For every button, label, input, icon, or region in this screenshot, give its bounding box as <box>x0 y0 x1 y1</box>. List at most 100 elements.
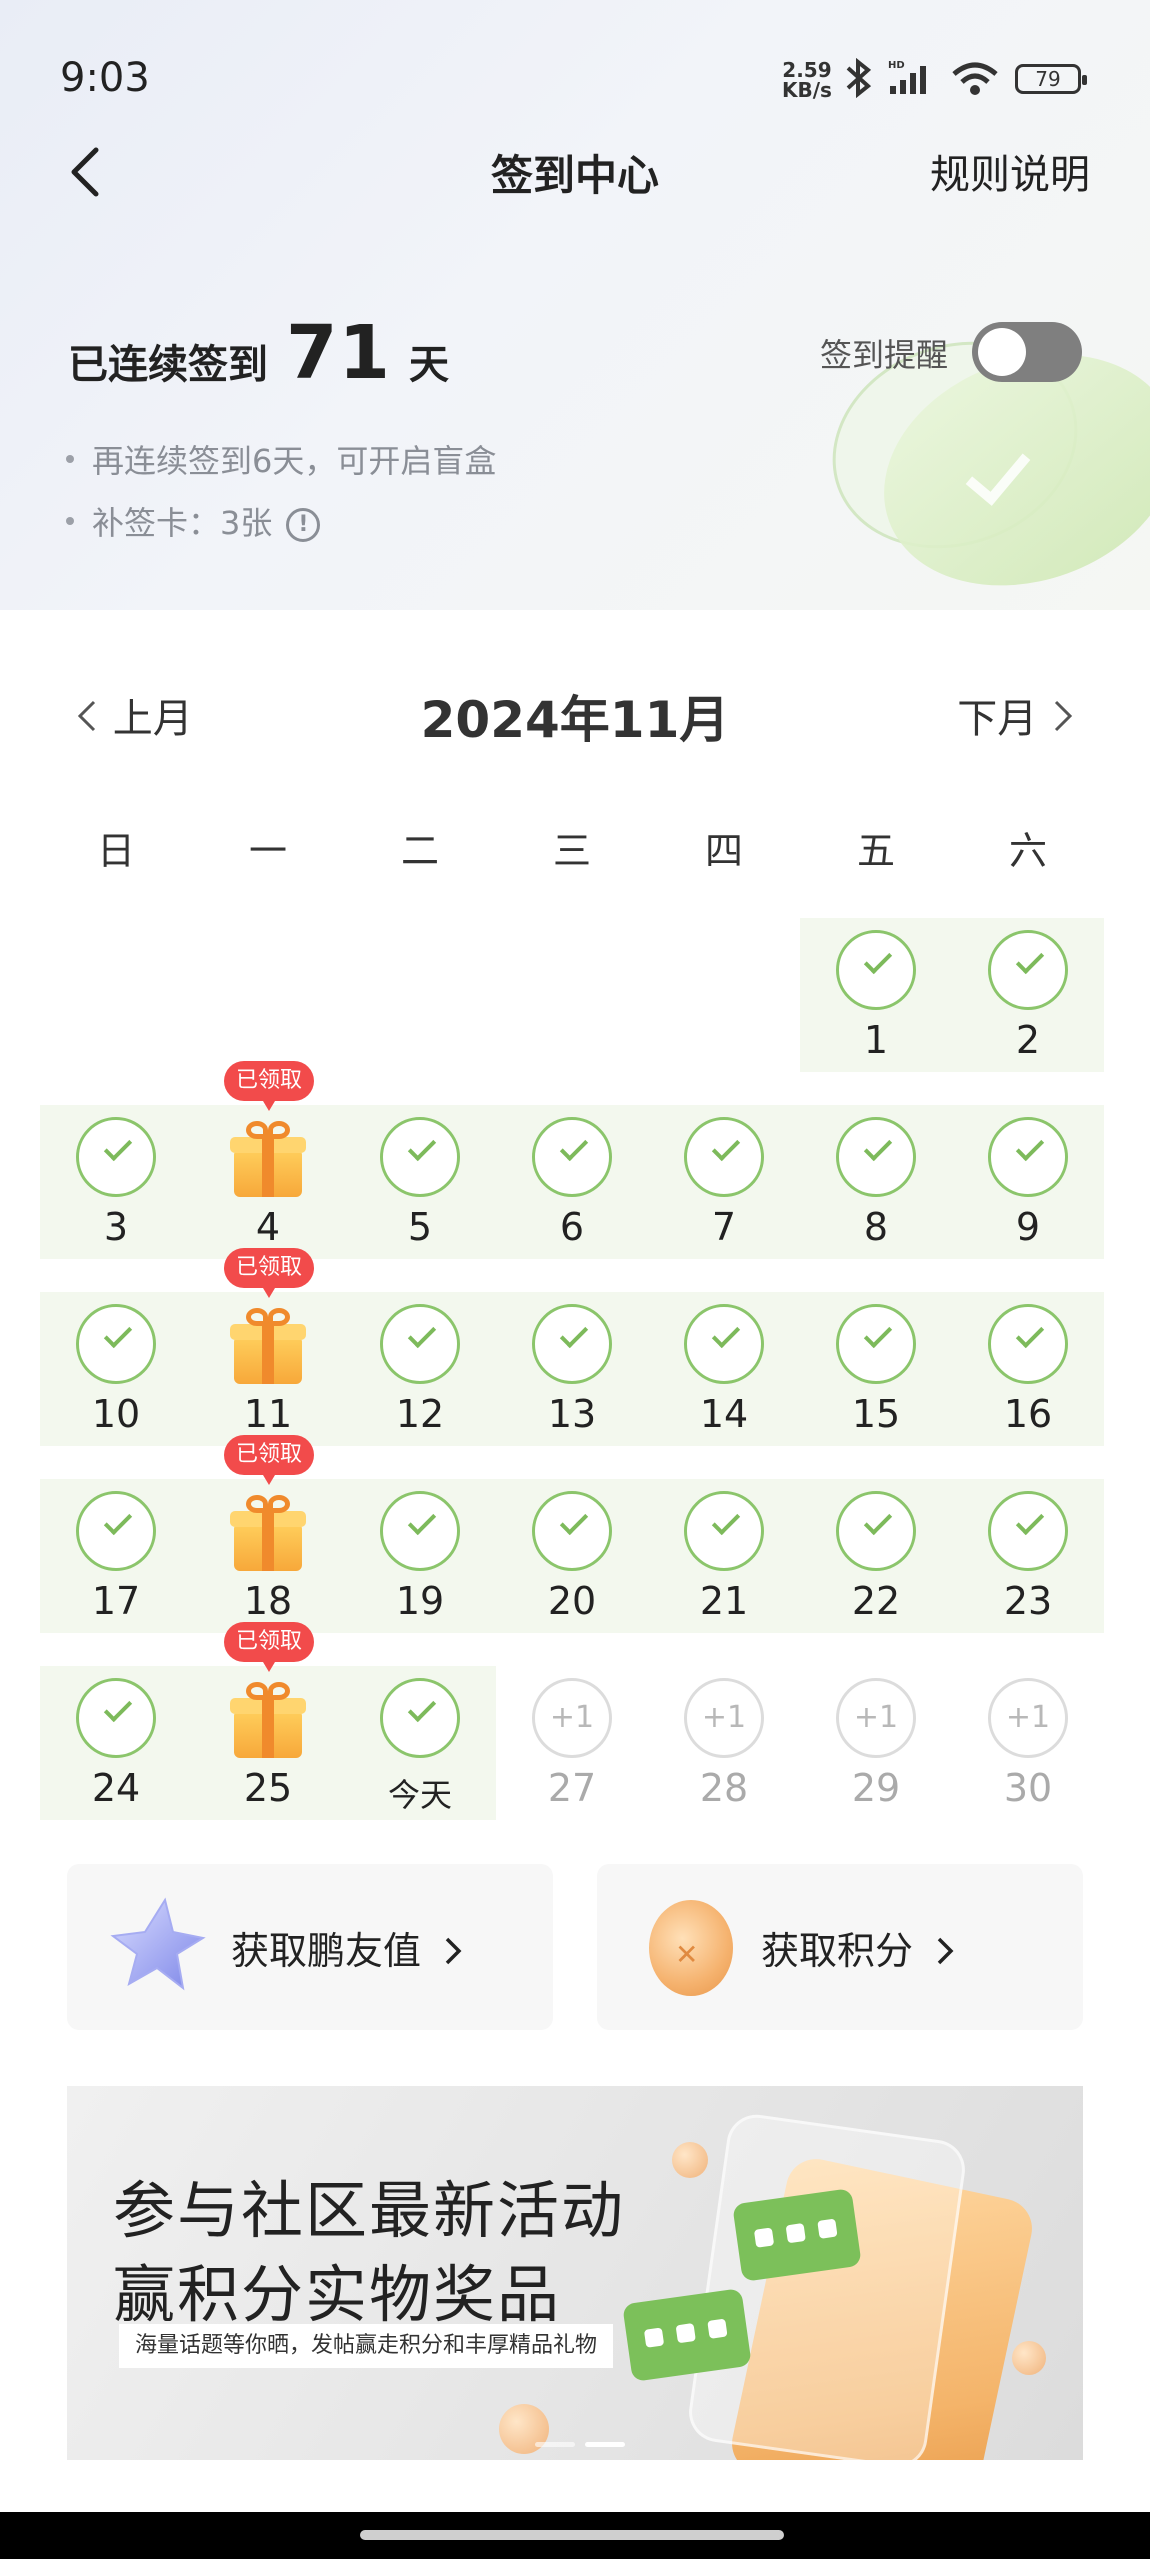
calendar-day-gift[interactable]: 已领取 25 <box>192 1622 344 1818</box>
bluetooth-icon <box>846 58 872 98</box>
check-circle-icon <box>76 1678 156 1758</box>
day-number: 18 <box>243 1579 293 1623</box>
gift-box-icon <box>228 1678 308 1758</box>
calendar-day-future[interactable]: +1 27 <box>496 1666 648 1818</box>
community-activity-banner[interactable]: 参与社区最新活动 赢积分实物奖品 海量话题等你晒，发帖赢走积分和丰厚精品礼物 <box>67 2086 1083 2460</box>
check-circle-icon <box>380 1117 460 1197</box>
chat-bubble-icon <box>622 2288 752 2382</box>
weekday-header: 日 一 二 三 四 五 六 <box>40 820 1104 875</box>
calendar-day-signed[interactable]: 12 <box>344 1292 496 1444</box>
calendar-day-signed[interactable]: 20 <box>496 1479 648 1631</box>
day-number: 28 <box>699 1766 749 1810</box>
calendar-day-gift[interactable]: 已领取 4 <box>192 1061 344 1257</box>
calendar-day-future[interactable]: +1 30 <box>952 1666 1104 1818</box>
check-circle-icon <box>836 930 916 1010</box>
calendar-day-signed[interactable]: 9 <box>952 1105 1104 1257</box>
chat-bubble-icon <box>732 2188 862 2282</box>
plus-one-icon: +1 <box>532 1678 612 1758</box>
next-month-button[interactable]: 下月 <box>957 686 1076 744</box>
home-indicator[interactable] <box>360 2530 784 2540</box>
calendar-day-signed[interactable]: 3 <box>40 1105 192 1257</box>
calendar-day-future[interactable]: +1 29 <box>800 1666 952 1818</box>
day-number: 23 <box>1003 1579 1053 1623</box>
calendar-day-future[interactable]: +1 28 <box>648 1666 800 1818</box>
check-circle-icon <box>988 1117 1068 1197</box>
decoration-ball <box>1012 2341 1046 2375</box>
get-points-card[interactable]: ✕ 获取积分 <box>597 1864 1083 2030</box>
chevron-right-icon <box>937 1937 954 1965</box>
claimed-badge: 已领取 <box>224 1248 314 1298</box>
calendar-day-signed[interactable]: 5 <box>344 1105 496 1257</box>
navigation-bar: 签到中心 规则说明 <box>0 130 1150 210</box>
check-circle-icon <box>532 1304 612 1384</box>
banner-subtitle: 海量话题等你晒，发帖赢走积分和丰厚精品礼物 <box>119 2324 614 2368</box>
calendar-day-signed[interactable]: 10 <box>40 1292 192 1444</box>
day-number: 7 <box>711 1205 737 1249</box>
info-icon[interactable]: ! <box>286 508 321 542</box>
check-circle-icon <box>836 1117 916 1197</box>
calendar-day-signed[interactable]: 19 <box>344 1479 496 1631</box>
day-number: 5 <box>407 1205 433 1249</box>
plus-one-icon: +1 <box>684 1678 764 1758</box>
calendar-day-signed[interactable]: 6 <box>496 1105 648 1257</box>
calendar-day-signed[interactable]: 21 <box>648 1479 800 1631</box>
check-circle-icon <box>988 1304 1068 1384</box>
crystal-star-icon <box>110 1897 206 1991</box>
status-time: 9:03 <box>60 55 150 101</box>
battery-indicator: 79 <box>1015 64 1087 94</box>
day-number: 21 <box>699 1579 749 1623</box>
calendar-day-signed[interactable]: 7 <box>648 1105 800 1257</box>
check-circle-icon <box>988 1491 1068 1571</box>
calendar-day-signed[interactable]: 23 <box>952 1479 1104 1631</box>
next-month-label: 下月 <box>957 696 1038 742</box>
streak-summary: 已连续签到 71 天 <box>68 310 449 396</box>
carousel-indicator <box>535 2442 625 2447</box>
weekday-sun: 日 <box>96 829 135 873</box>
get-friend-value-card[interactable]: 获取鹏友值 <box>67 1864 553 2030</box>
coin-icon: ✕ <box>649 1900 733 1996</box>
weekday-wed: 三 <box>552 829 591 873</box>
today-label: 今天 <box>387 1776 452 1814</box>
get-points-label: 获取积分 <box>761 1920 957 1975</box>
calendar-day-signed[interactable]: 16 <box>952 1292 1104 1444</box>
reminder-toggle[interactable] <box>972 322 1082 382</box>
weekday-fri: 五 <box>856 829 895 873</box>
claimed-badge: 已领取 <box>224 1622 314 1672</box>
wifi-icon <box>952 62 998 95</box>
streak-prefix: 已连续签到 <box>68 342 268 388</box>
decoration-ball <box>672 2142 708 2178</box>
calendar-day-signed[interactable]: 17 <box>40 1479 192 1631</box>
bullet-dot <box>66 455 74 463</box>
tips-list: 再连续签到6天，可开启盲盒 补签卡：3张! <box>66 430 496 554</box>
network-speed: 2.59 KB/s <box>782 60 832 100</box>
day-number: 3 <box>103 1205 129 1249</box>
calendar-day-signed[interactable]: 13 <box>496 1292 648 1444</box>
calendar-day-today[interactable]: 今天 <box>344 1666 496 1818</box>
status-bar: 9:03 2.59 KB/s HD 79 <box>0 0 1150 150</box>
calendar-day-gift[interactable]: 已领取 18 <box>192 1435 344 1631</box>
check-circle-icon <box>532 1491 612 1571</box>
tip-text-makeup-card: 补签卡：3张 <box>92 504 273 542</box>
get-friend-value-label: 获取鹏友值 <box>231 1920 465 1975</box>
day-number: 13 <box>547 1392 597 1436</box>
day-number: 17 <box>91 1579 141 1623</box>
rules-link[interactable]: 规则说明 <box>930 142 1090 200</box>
bullet-dot <box>66 517 74 525</box>
calendar-day-signed[interactable]: 2 <box>952 918 1104 1070</box>
calendar-day-signed[interactable]: 22 <box>800 1479 952 1631</box>
check-circle-icon <box>988 930 1068 1010</box>
day-number: 20 <box>547 1579 597 1623</box>
calendar-day-signed[interactable]: 24 <box>40 1666 192 1818</box>
tip-text-blind-box: 再连续签到6天，可开启盲盒 <box>92 442 497 480</box>
calendar-day-signed[interactable]: 8 <box>800 1105 952 1257</box>
day-number: 8 <box>863 1205 889 1249</box>
calendar-day-signed[interactable]: 14 <box>648 1292 800 1444</box>
month-navigation: 上月 2024年11月 下月 <box>0 680 1150 750</box>
calendar-day-signed[interactable]: 15 <box>800 1292 952 1444</box>
check-circle-icon <box>76 1117 156 1197</box>
toggle-knob <box>978 328 1026 376</box>
svg-text:HD: HD <box>888 60 905 71</box>
calendar-day-signed[interactable]: 1 <box>800 918 952 1070</box>
calendar-day-gift[interactable]: 已领取 11 <box>192 1248 344 1444</box>
day-number: 30 <box>1003 1766 1053 1810</box>
